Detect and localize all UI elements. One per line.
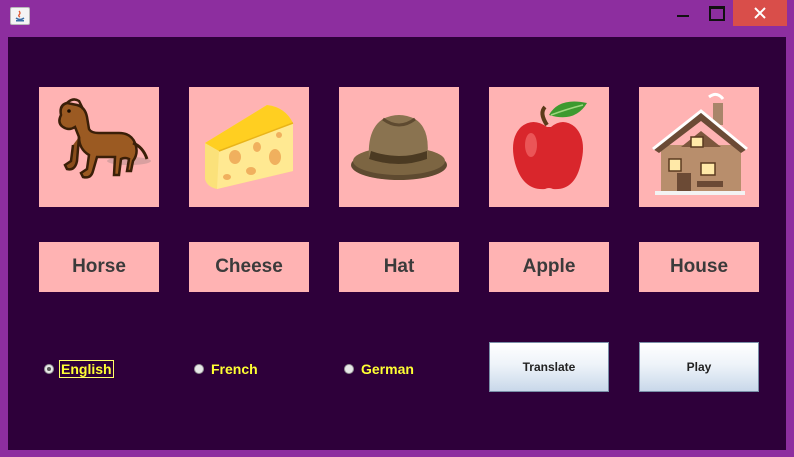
minimize-button[interactable]	[670, 0, 696, 26]
close-button[interactable]	[733, 0, 787, 26]
word-label-house: House	[639, 242, 759, 292]
apple-image-tile	[489, 87, 609, 207]
apple-icon	[513, 101, 587, 190]
radio-french-label: French	[211, 361, 258, 377]
java-app-icon	[10, 7, 30, 25]
minimize-icon	[677, 15, 689, 17]
horse-icon	[58, 98, 151, 179]
maximize-button[interactable]	[702, 0, 730, 26]
horse-image-tile	[39, 87, 159, 207]
maximize-icon	[709, 6, 725, 21]
radio-french-indicator[interactable]	[194, 364, 204, 374]
cheese-icon	[205, 105, 294, 189]
radio-german-label: German	[361, 361, 414, 377]
radio-german-indicator[interactable]	[344, 364, 354, 374]
radio-french[interactable]: French	[194, 359, 259, 379]
hat-icon	[351, 115, 447, 180]
main-panel: Horse Cheese Hat Apple House English Fre…	[8, 37, 786, 450]
word-label-cheese: Cheese	[189, 242, 309, 292]
radio-german[interactable]: German	[344, 359, 415, 379]
title-bar	[0, 0, 794, 30]
radio-english-label: English	[59, 360, 114, 378]
cheese-image-tile	[189, 87, 309, 207]
radio-english-indicator[interactable]	[44, 364, 54, 374]
translate-button[interactable]: Translate	[489, 342, 609, 392]
house-icon	[652, 92, 748, 195]
radio-english[interactable]: English	[44, 359, 114, 379]
word-label-apple: Apple	[489, 242, 609, 292]
close-icon	[754, 7, 766, 19]
play-button[interactable]: Play	[639, 342, 759, 392]
house-image-tile	[639, 87, 759, 207]
hat-image-tile	[339, 87, 459, 207]
word-label-hat: Hat	[339, 242, 459, 292]
word-label-horse: Horse	[39, 242, 159, 292]
